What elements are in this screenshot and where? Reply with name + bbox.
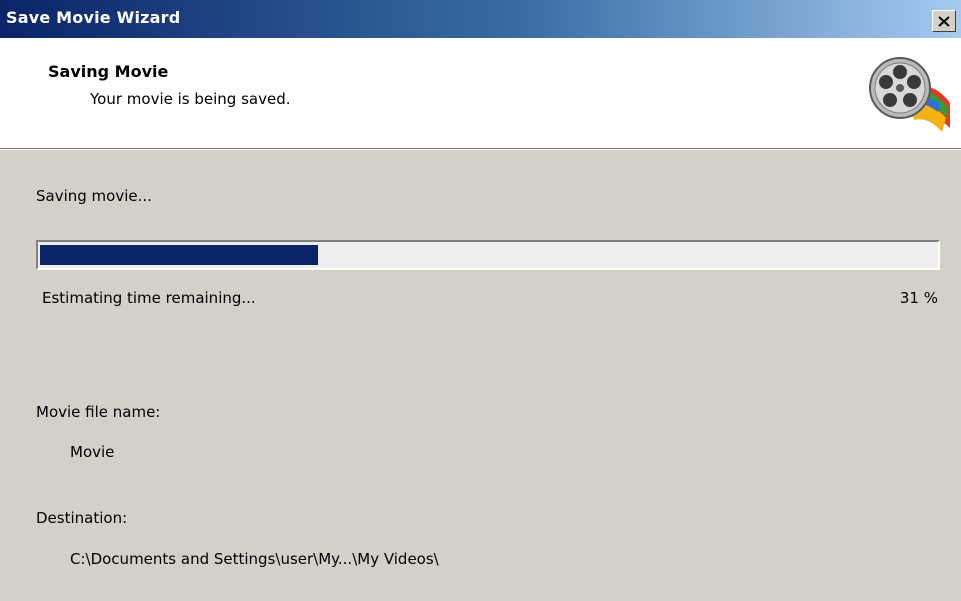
movie-file-name-value: Movie: [70, 443, 115, 461]
saving-status-label: Saving movie...: [36, 187, 152, 205]
page-title: Saving Movie: [48, 62, 169, 81]
movie-maker-film-reel-icon: [869, 57, 950, 132]
close-button[interactable]: [932, 10, 956, 32]
save-movie-wizard-window: Save Movie Wizard Saving Movie Your movi…: [0, 0, 961, 601]
destination-value: C:\Documents and Settings\user\My...\My …: [70, 550, 439, 568]
close-icon: [938, 15, 950, 27]
wizard-header: Saving Movie Your movie is being saved.: [0, 38, 961, 148]
progress-fill: [40, 245, 318, 265]
window-title: Save Movie Wizard: [6, 8, 181, 27]
save-progress-bar: [36, 240, 940, 270]
destination-caption: Destination:: [36, 509, 128, 527]
page-subtitle: Your movie is being saved.: [90, 90, 291, 108]
header-divider: [0, 148, 961, 150]
movie-file-name-caption: Movie file name:: [36, 403, 161, 421]
title-bar[interactable]: Save Movie Wizard: [0, 0, 961, 38]
percent-complete-label: 31 %: [899, 289, 938, 307]
time-remaining-label: Estimating time remaining...: [42, 289, 256, 307]
